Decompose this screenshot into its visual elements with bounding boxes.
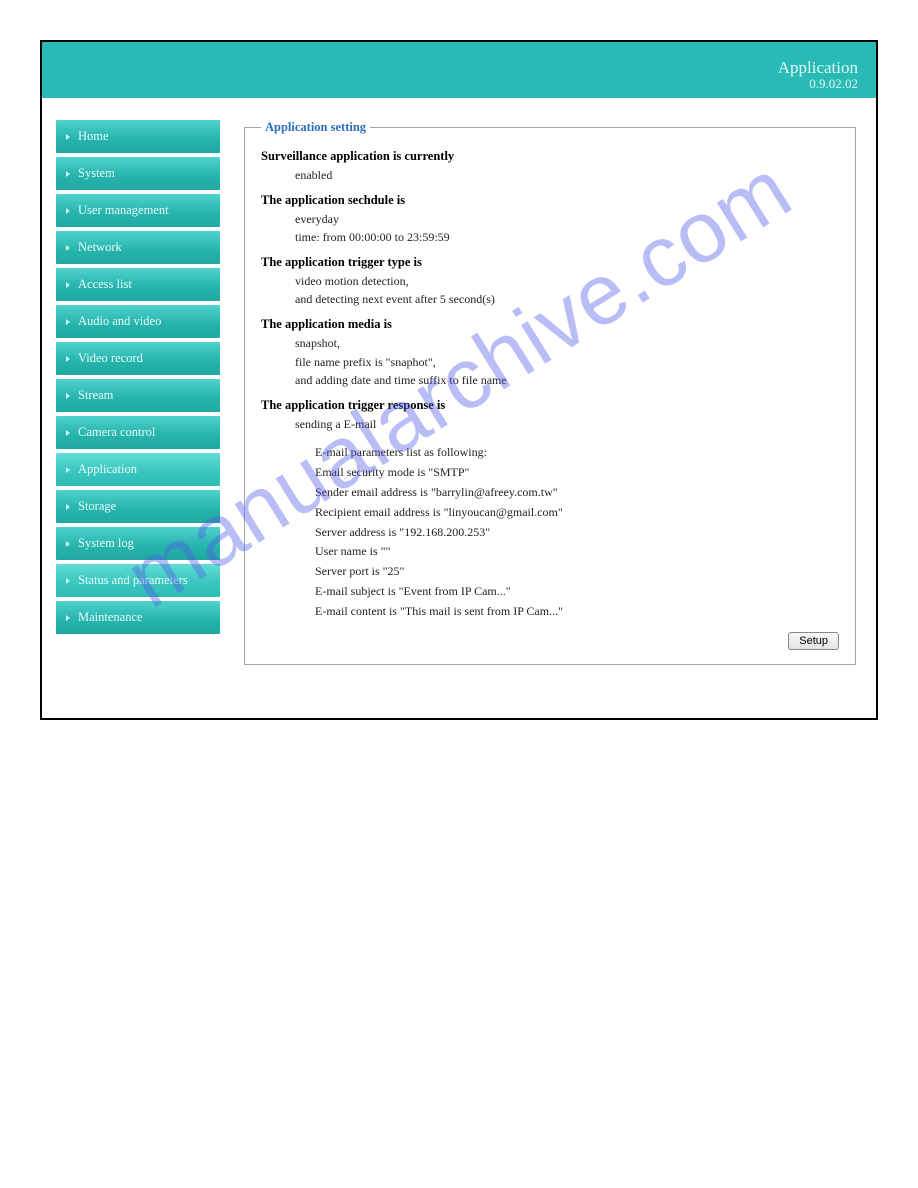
spacer xyxy=(261,433,839,443)
sidebar-item-status-parameters[interactable]: Status and parameters xyxy=(56,564,220,597)
sidebar-item-label: Home xyxy=(78,129,109,143)
group-line: and detecting next event after 5 second(… xyxy=(261,290,839,309)
sidebar-item-label: Video record xyxy=(78,351,143,365)
group-line: everyday xyxy=(261,210,839,229)
sidebar-item-system-log[interactable]: System log xyxy=(56,527,220,560)
sidebar-item-camera-control[interactable]: Camera control xyxy=(56,416,220,449)
group-title: The application trigger type is xyxy=(261,255,839,270)
sidebar-item-label: Application xyxy=(78,462,137,476)
sidebar-item-maintenance[interactable]: Maintenance xyxy=(56,601,220,634)
sidebar-item-home[interactable]: Home xyxy=(56,120,220,153)
group-line: time: from 00:00:00 to 23:59:59 xyxy=(261,228,839,247)
sidebar-item-label: Network xyxy=(78,240,122,254)
group-schedule: The application sechdule is everyday tim… xyxy=(261,193,839,247)
email-param-line: Recipient email address is "linyoucan@gm… xyxy=(261,503,839,523)
sidebar-item-label: System log xyxy=(78,536,134,550)
group-media: The application media is snapshot, file … xyxy=(261,317,839,390)
sidebar-item-system[interactable]: System xyxy=(56,157,220,190)
sidebar-item-label: Storage xyxy=(78,499,116,513)
email-param-line: E-mail content is "This mail is sent fro… xyxy=(261,602,839,622)
application-setting-panel: Application setting Surveillance applica… xyxy=(244,120,856,665)
panel-legend: Application setting xyxy=(261,120,370,135)
sidebar-item-label: Stream xyxy=(78,388,113,402)
app-frame: Application 0.9.02.02 Home System User m… xyxy=(40,40,878,720)
group-title: The application sechdule is xyxy=(261,193,839,208)
email-param-line: Email security mode is "SMTP" xyxy=(261,463,839,483)
group-response: The application trigger response is send… xyxy=(261,398,839,622)
body-area: Home System User management Network Acce… xyxy=(42,98,876,718)
sidebar-item-user-management[interactable]: User management xyxy=(56,194,220,227)
group-status: Surveillance application is currently en… xyxy=(261,149,839,185)
group-line: snapshot, xyxy=(261,334,839,353)
sidebar-item-application[interactable]: Application xyxy=(56,453,220,486)
button-row: Setup xyxy=(261,632,839,650)
email-param-line: Server address is "192.168.200.253" xyxy=(261,523,839,543)
sidebar-item-label: System xyxy=(78,166,115,180)
sidebar-item-storage[interactable]: Storage xyxy=(56,490,220,523)
sidebar-item-access-list[interactable]: Access list xyxy=(56,268,220,301)
email-param-line: User name is "" xyxy=(261,542,839,562)
header-version: 0.9.02.02 xyxy=(778,77,858,92)
sidebar-item-label: Camera control xyxy=(78,425,155,439)
sidebar-item-label: Audio and video xyxy=(78,314,161,328)
sidebar-item-label: Access list xyxy=(78,277,132,291)
sidebar-item-stream[interactable]: Stream xyxy=(56,379,220,412)
email-param-line: Sender email address is "barrylin@afreey… xyxy=(261,483,839,503)
email-param-line: E-mail subject is "Event from IP Cam..." xyxy=(261,582,839,602)
group-line: enabled xyxy=(261,166,839,185)
sidebar-item-label: User management xyxy=(78,203,169,217)
email-param-line: E-mail parameters list as following: xyxy=(261,443,839,463)
sidebar-item-network[interactable]: Network xyxy=(56,231,220,264)
header-bar: Application 0.9.02.02 xyxy=(42,42,876,98)
group-trigger: The application trigger type is video mo… xyxy=(261,255,839,309)
setup-button[interactable]: Setup xyxy=(788,632,839,650)
group-title: Surveillance application is currently xyxy=(261,149,839,164)
group-title: The application trigger response is xyxy=(261,398,839,413)
sidebar-item-audio-video[interactable]: Audio and video xyxy=(56,305,220,338)
email-param-line: Server port is "25" xyxy=(261,562,839,582)
group-line: video motion detection, xyxy=(261,272,839,291)
group-title: The application media is xyxy=(261,317,839,332)
sidebar: Home System User management Network Acce… xyxy=(56,120,220,678)
sidebar-item-label: Status and parameters xyxy=(78,573,188,587)
sidebar-item-video-record[interactable]: Video record xyxy=(56,342,220,375)
group-line: file name prefix is "snaphot", xyxy=(261,353,839,372)
group-line: sending a E-mail xyxy=(261,415,839,434)
group-line: and adding date and time suffix to file … xyxy=(261,371,839,390)
main-content: Application setting Surveillance applica… xyxy=(244,120,856,678)
sidebar-item-label: Maintenance xyxy=(78,610,143,624)
header-title: Application xyxy=(778,58,858,78)
